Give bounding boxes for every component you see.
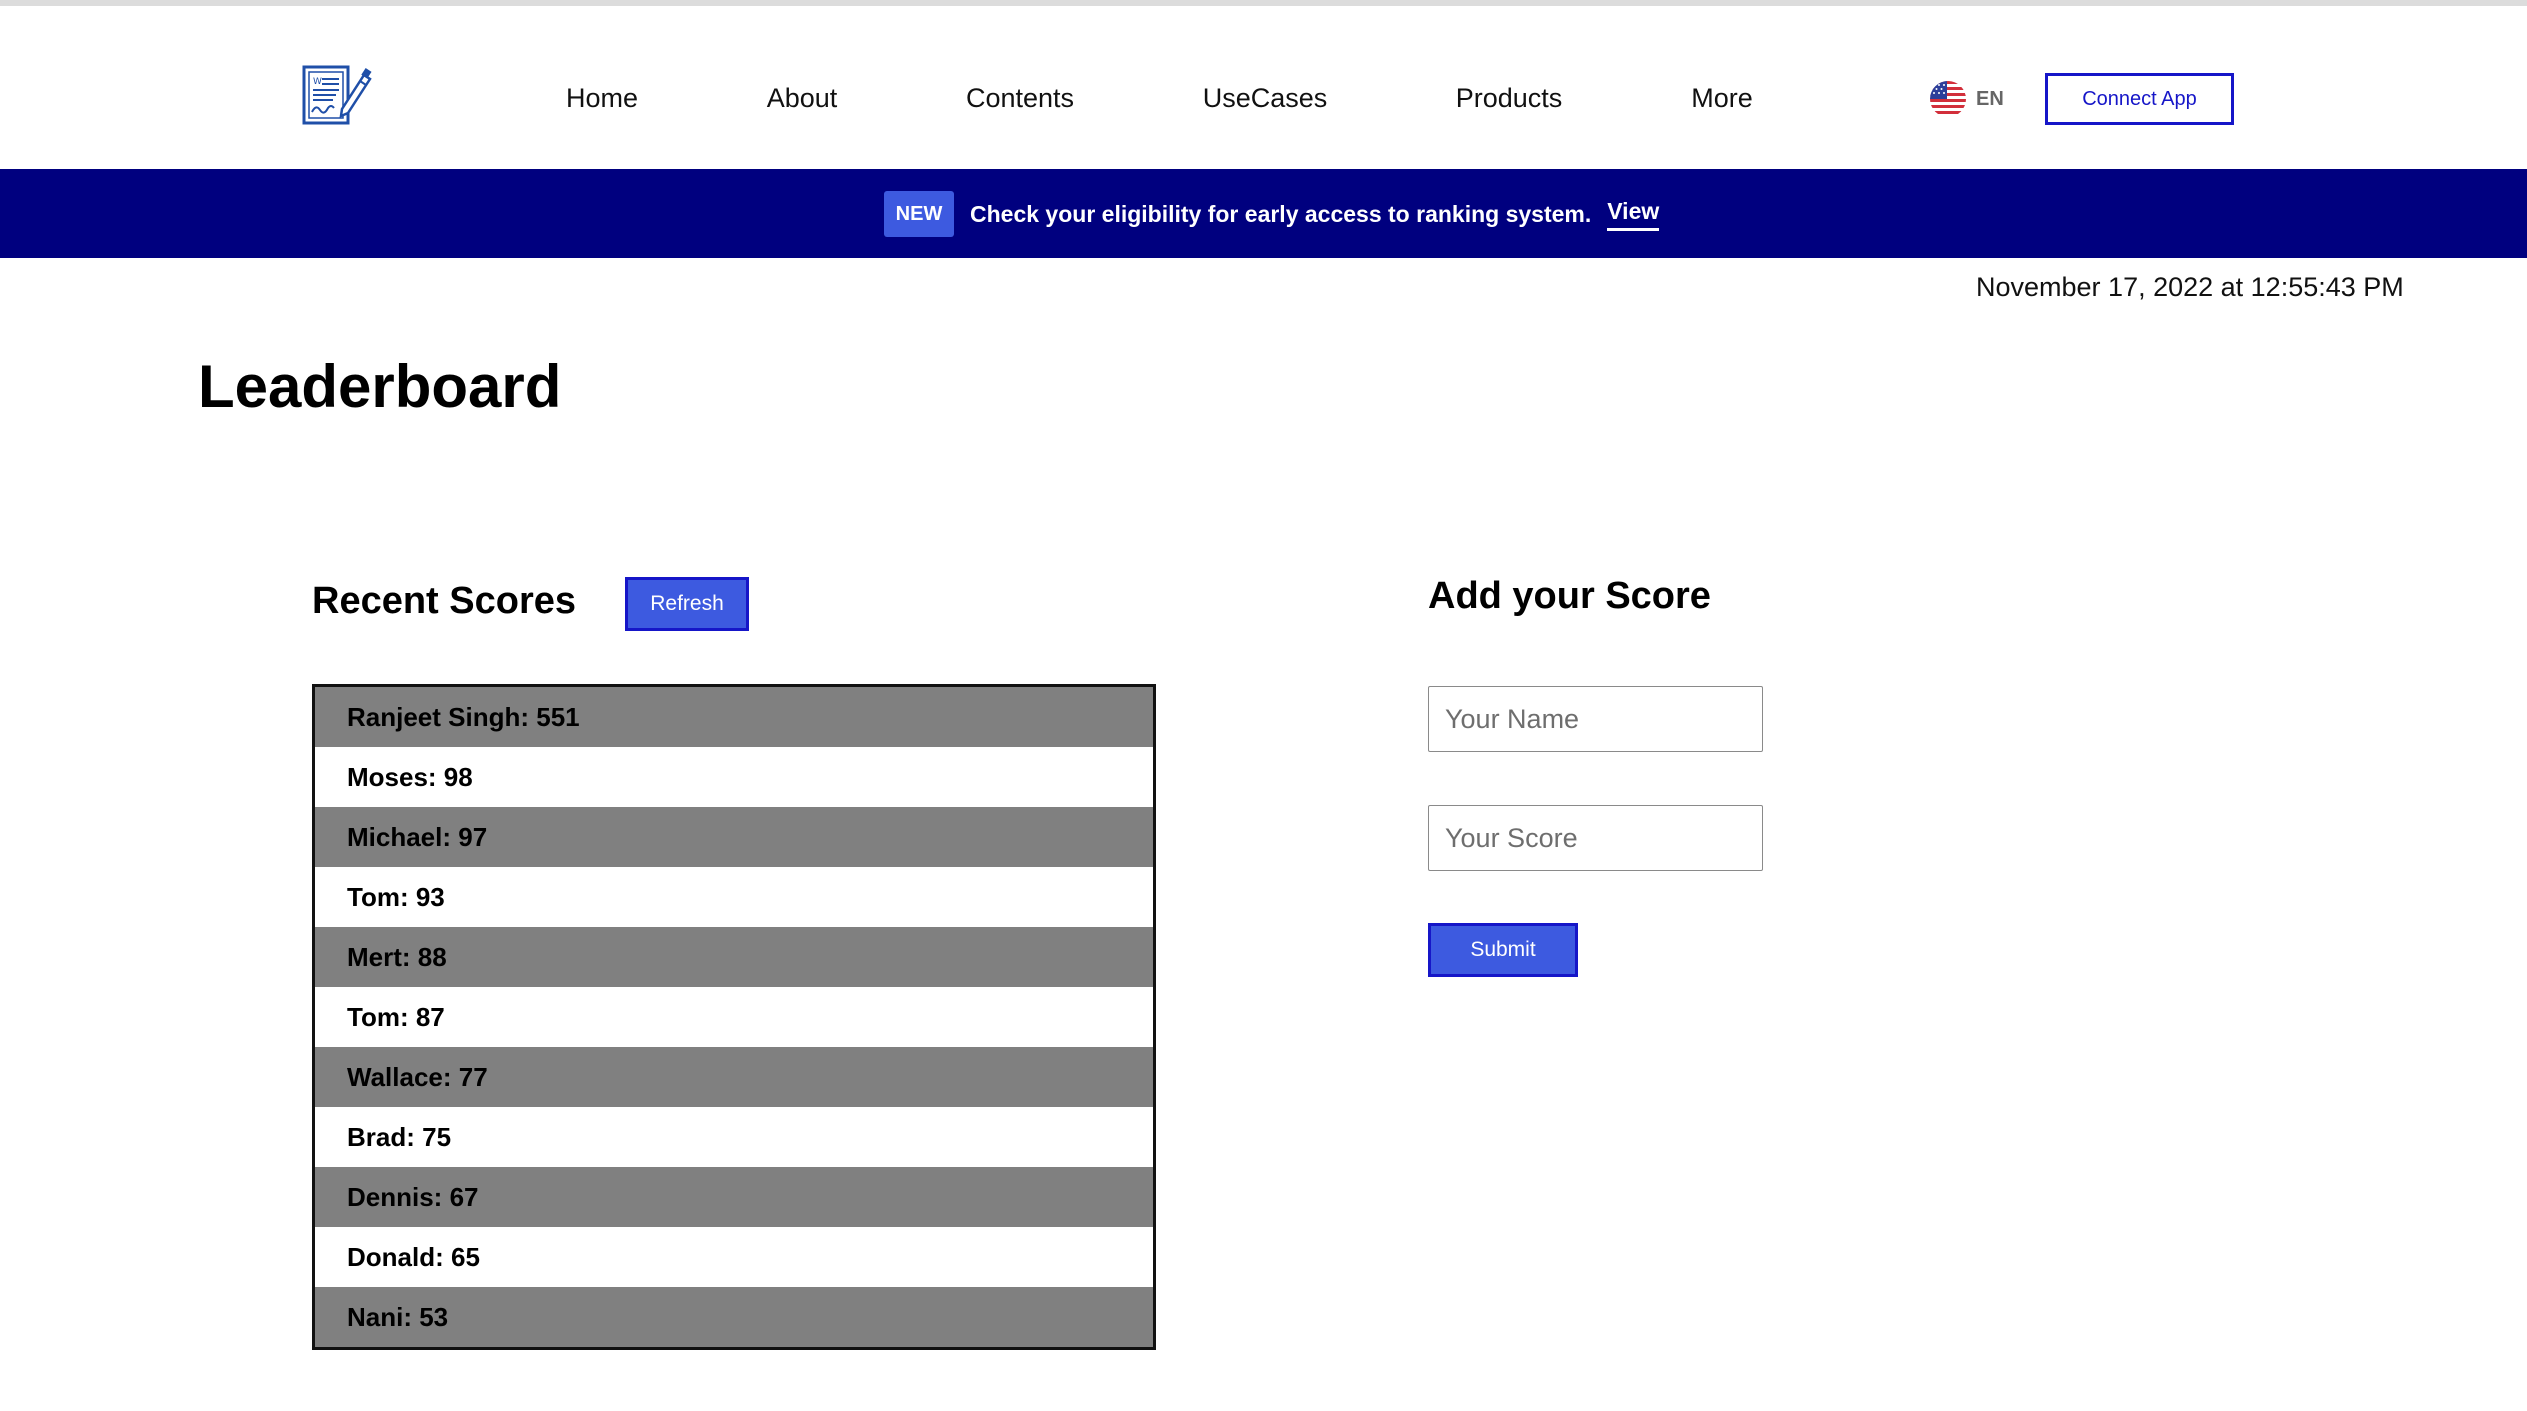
page-title: Leaderboard <box>198 353 562 420</box>
list-item: Mert: 88 <box>315 927 1153 987</box>
nav-products[interactable]: Products <box>1456 76 1563 120</box>
nav-contents[interactable]: Contents <box>966 76 1074 120</box>
language-label: EN <box>1976 87 2004 110</box>
list-item: Dennis: 67 <box>315 1167 1153 1227</box>
name-input[interactable] <box>1428 686 1763 752</box>
current-timestamp: November 17, 2022 at 12:55:43 PM <box>1976 272 2404 302</box>
list-item: Tom: 93 <box>315 867 1153 927</box>
nav-more[interactable]: More <box>1691 76 1753 120</box>
banner-view-link[interactable]: View <box>1607 198 1660 231</box>
banner-message: Check your eligibility for early access … <box>970 200 1592 227</box>
add-score-heading: Add your Score <box>1428 575 1711 617</box>
list-item: Moses: 98 <box>315 747 1153 807</box>
list-item: Brad: 75 <box>315 1107 1153 1167</box>
score-input[interactable] <box>1428 805 1763 871</box>
announcement-banner: NEW Check your eligibility for early acc… <box>0 169 2527 258</box>
recent-scores-heading: Recent Scores <box>312 580 577 622</box>
list-item: Nani: 53 <box>315 1287 1153 1347</box>
list-item: Michael: 97 <box>315 807 1153 867</box>
nav-home[interactable]: Home <box>566 76 638 120</box>
list-item: Tom: 87 <box>315 987 1153 1047</box>
refresh-button[interactable]: Refresh <box>625 577 749 631</box>
list-item: Donald: 65 <box>315 1227 1153 1287</box>
score-list: Ranjeet Singh: 551 Moses: 98 Michael: 97… <box>312 684 1156 1350</box>
new-badge: NEW <box>884 191 954 237</box>
submit-button[interactable]: Submit <box>1428 923 1578 977</box>
connect-app-button[interactable]: Connect App <box>2045 73 2234 125</box>
nav-usecases[interactable]: UseCases <box>1203 76 1328 120</box>
banner-content: NEW Check your eligibility for early acc… <box>884 191 1660 237</box>
us-flag-icon <box>1930 81 1966 117</box>
site-header: W Home About Contents UseCases Products … <box>0 6 2527 169</box>
list-item: Ranjeet Singh: 551 <box>315 687 1153 747</box>
nav-about[interactable]: About <box>767 76 838 120</box>
language-selector[interactable]: EN <box>1930 80 2004 118</box>
list-item: Wallace: 77 <box>315 1047 1153 1107</box>
